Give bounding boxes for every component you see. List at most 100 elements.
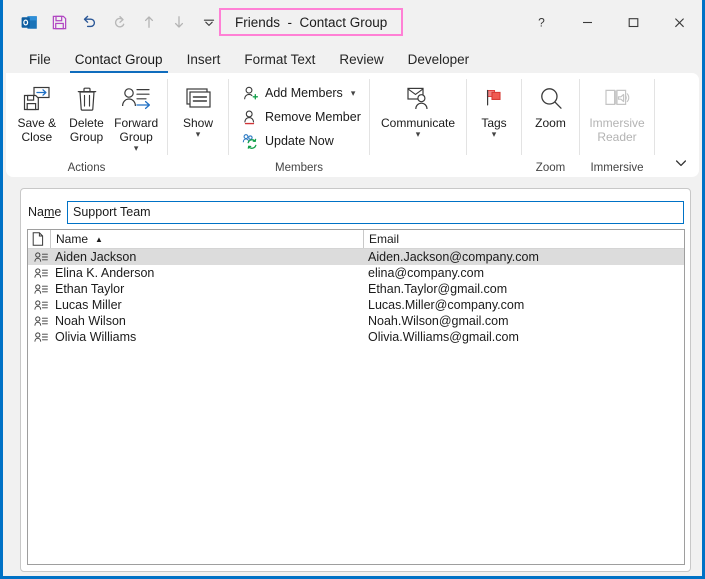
forward-group-label: Forward Group (114, 116, 159, 144)
table-row[interactable]: Lucas Miller Lucas.Miller@company.com (28, 297, 684, 313)
column-header-name[interactable]: Name ▲ (50, 230, 363, 248)
outlook-logo-icon[interactable] (14, 7, 44, 37)
tab-label: Insert (186, 52, 221, 67)
column-header-attachment[interactable] (28, 230, 50, 248)
ribbon-group-label-actions: Actions (67, 162, 106, 174)
undo-icon[interactable] (74, 7, 104, 37)
contact-group-form: Name Name ▲ Email (20, 188, 691, 572)
remove-member-label: Remove Member (265, 110, 361, 124)
delete-group-button[interactable]: Delete Group (62, 77, 112, 154)
chevron-down-icon[interactable]: ▾ (134, 143, 139, 153)
member-name: Olivia Williams (55, 330, 137, 344)
ribbon-group-label-immersive: Immersive (590, 162, 644, 174)
immersive-reader-button: Immersive Reader (586, 77, 648, 154)
tab-file[interactable]: File (17, 46, 63, 73)
window-title: Friends - Contact Group (235, 14, 388, 30)
delete-group-icon (74, 82, 100, 116)
tags-label: Tags (481, 116, 507, 130)
show-icon (183, 82, 213, 116)
forward-group-button[interactable]: Forward Group ▾ (111, 77, 161, 154)
remove-member-button[interactable]: Remove Member (237, 106, 367, 128)
group-name-input[interactable] (67, 200, 684, 224)
contact-card-icon (28, 331, 50, 343)
chevron-down-icon[interactable]: ▾ (351, 88, 356, 99)
ribbon-group-label-members: Members (275, 162, 323, 174)
close-button[interactable] (656, 0, 702, 44)
members-list[interactable]: Name ▲ Email Aiden Jackson Aiden.Jackson… (27, 229, 685, 565)
help-button[interactable]: ? (518, 0, 564, 44)
table-row[interactable]: Noah Wilson Noah.Wilson@gmail.com (28, 313, 684, 329)
tab-insert[interactable]: Insert (175, 46, 233, 73)
ribbon-separator (654, 79, 655, 155)
ribbon-tab-strip: File Contact Group Insert Format Text Re… (3, 44, 702, 73)
sort-ascending-icon: ▲ (95, 234, 103, 244)
quick-access-toolbar (3, 7, 224, 37)
zoom-button[interactable]: Zoom (528, 77, 573, 154)
tab-label: File (29, 52, 51, 67)
member-name: Aiden Jackson (55, 250, 137, 264)
ribbon-group-members: Add Members ▾ Remove Member Update Now M… (229, 73, 369, 177)
save-and-close-button[interactable]: Save & Close (12, 77, 62, 154)
window-controls: ? (518, 0, 702, 44)
tab-review[interactable]: Review (327, 46, 395, 73)
member-email: Olivia.Williams@gmail.com (368, 330, 519, 344)
contact-card-icon (28, 251, 50, 263)
ribbon-group-communicate: Communicate ▾ (370, 73, 466, 177)
minimize-button[interactable] (564, 0, 610, 44)
tab-label: Contact Group (74, 52, 163, 67)
previous-item-icon[interactable] (134, 7, 164, 37)
next-item-icon[interactable] (164, 7, 194, 37)
members-list-header: Name ▲ Email (28, 230, 684, 249)
column-header-name-label: Name (56, 232, 89, 246)
member-email: Lucas.Miller@company.com (368, 298, 525, 312)
svg-text:?: ? (538, 15, 545, 29)
communicate-label: Communicate (380, 116, 456, 130)
ribbon-group-label-communicate (370, 160, 466, 177)
member-name: Noah Wilson (55, 314, 126, 328)
save-and-close-label: Save & Close (17, 116, 57, 144)
member-email: Aiden.Jackson@company.com (368, 250, 539, 264)
ribbon-group-show: Show ▾ (168, 73, 228, 177)
member-name: Lucas Miller (55, 298, 122, 312)
table-row[interactable]: Ethan Taylor Ethan.Taylor@gmail.com (28, 281, 684, 297)
member-email: Ethan.Taylor@gmail.com (368, 282, 508, 296)
tab-contact-group[interactable]: Contact Group (63, 46, 175, 73)
immersive-reader-label: Immersive Reader (589, 116, 645, 144)
contact-card-icon (28, 283, 50, 295)
ribbon-group-label-show (168, 160, 228, 177)
show-button[interactable]: Show ▾ (174, 77, 222, 154)
chevron-down-icon[interactable]: ▾ (492, 129, 497, 139)
tab-format-text[interactable]: Format Text (232, 46, 327, 73)
zoom-magnifier-icon (537, 82, 565, 116)
tags-flag-icon (481, 82, 507, 116)
add-members-button[interactable]: Add Members ▾ (237, 82, 367, 104)
table-row[interactable]: Elina K. Anderson elina@company.com (28, 265, 684, 281)
title-bar: Friends - Contact Group ? (3, 0, 702, 44)
redo-icon[interactable] (104, 7, 134, 37)
communicate-icon (402, 82, 434, 116)
show-label: Show (182, 116, 214, 130)
group-name-row: Name (21, 200, 690, 224)
column-header-email[interactable]: Email (363, 230, 684, 248)
member-name: Elina K. Anderson (55, 266, 155, 280)
ribbon-group-label-tags (467, 160, 521, 177)
table-row[interactable]: Olivia Williams Olivia.Williams@gmail.co… (28, 329, 684, 345)
contact-group-window: Friends - Contact Group ? File Contact G… (0, 0, 705, 579)
chevron-down-icon[interactable]: ▾ (196, 129, 201, 139)
chevron-down-icon[interactable]: ▾ (416, 129, 421, 139)
communicate-button[interactable]: Communicate ▾ (376, 77, 460, 154)
window-title-highlight: Friends - Contact Group (219, 8, 404, 36)
member-name: Ethan Taylor (55, 282, 125, 296)
contact-card-icon (28, 315, 50, 327)
tab-developer[interactable]: Developer (396, 46, 482, 73)
collapse-ribbon-button[interactable] (671, 153, 691, 173)
delete-group-label: Delete Group (69, 116, 104, 144)
contact-card-icon (28, 267, 50, 279)
add-members-icon (241, 84, 259, 102)
tags-button[interactable]: Tags ▾ (473, 77, 515, 154)
update-now-button[interactable]: Update Now (237, 130, 367, 152)
ribbon-group-immersive: Immersive Reader Immersive (580, 73, 654, 177)
maximize-button[interactable] (610, 0, 656, 44)
table-row[interactable]: Aiden Jackson Aiden.Jackson@company.com (28, 249, 684, 265)
save-icon[interactable] (44, 7, 74, 37)
